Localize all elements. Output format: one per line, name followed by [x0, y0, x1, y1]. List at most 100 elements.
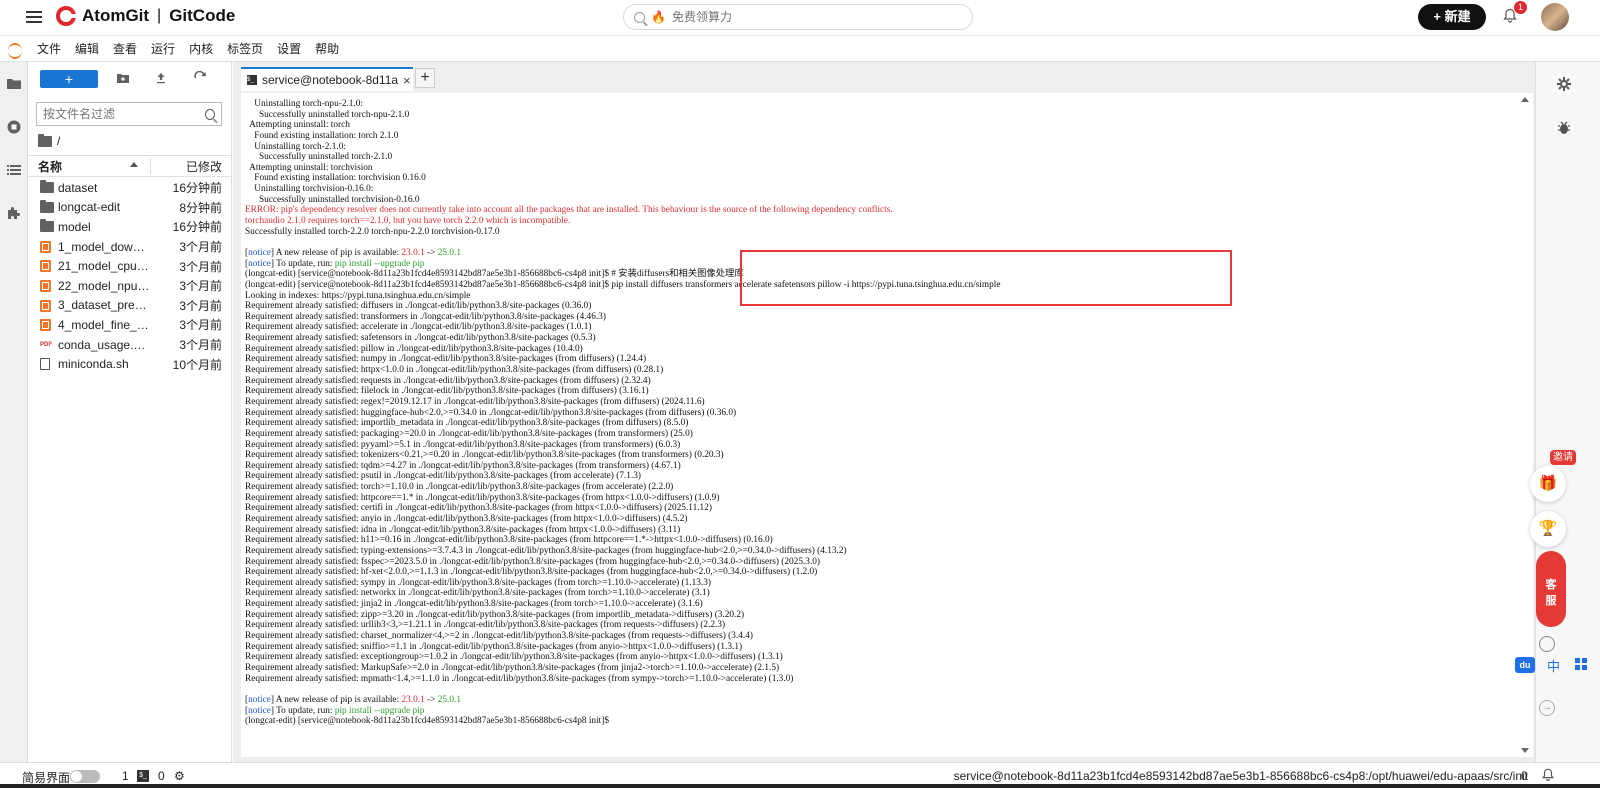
file-item-script[interactable]: miniconda.sh 10个月前	[28, 354, 232, 374]
terminal-line: Uninstalling torch-2.1.0:	[245, 141, 346, 152]
customer-service-button[interactable]: 客服	[1536, 551, 1566, 627]
column-name-header[interactable]: 名称	[38, 158, 62, 175]
debugger-bug-icon[interactable]	[1556, 120, 1572, 136]
new-launcher-button[interactable]: +	[40, 70, 98, 88]
menu-edit[interactable]: 编辑	[68, 40, 106, 57]
gear-icon[interactable]: ⚙	[174, 769, 185, 783]
column-modified-header[interactable]: 已修改	[186, 158, 222, 175]
file-name: longcat-edit	[58, 200, 121, 215]
terminal-line: Requirement already satisfied: tqdm>=4.2…	[245, 460, 681, 471]
folder-icon	[40, 199, 54, 213]
refresh-icon[interactable]	[193, 70, 209, 87]
terminal-line: Uninstalling torchvision-0.16.0:	[245, 184, 374, 195]
user-avatar[interactable]	[1541, 3, 1569, 31]
terminal-path: service@notebook-8d11a23b1fcd4e8593142bd…	[953, 769, 1528, 783]
notebook-icon	[40, 260, 51, 273]
menu-settings[interactable]: 设置	[270, 40, 308, 57]
file-item-notebook[interactable]: 21_model_cpu_i... 3个月前	[28, 256, 232, 276]
scrollbar[interactable]	[1519, 95, 1531, 755]
bell-icon[interactable]	[1541, 768, 1555, 782]
right-sidebar	[1535, 62, 1600, 762]
file-filter-input[interactable]	[43, 107, 193, 121]
terminal-line: torchaudio 2.1.0 requires torch==2.1.0, …	[245, 216, 571, 227]
terminal-output: Uninstalling torch-npu-2.1.0: Successful…	[245, 99, 1515, 727]
file-browser: + / 名称 已修改 dataset 16分钟前 longcat-edit	[28, 62, 232, 762]
folder-icon	[40, 180, 54, 193]
notification-bell-icon[interactable]: 1	[1502, 1, 1527, 24]
terminal-line: Uninstalling torch-npu-2.1.0:	[245, 99, 364, 109]
grid-icon[interactable]	[1575, 658, 1587, 670]
terminal-icon: $_	[137, 770, 149, 782]
terminal-line: Requirement already satisfied: h11>=0.16…	[245, 535, 773, 546]
terminal-count[interactable]: 0	[158, 769, 165, 783]
du-button[interactable]: du	[1515, 657, 1535, 673]
close-icon[interactable]: ×	[403, 73, 411, 88]
folder-icon[interactable]	[6, 76, 22, 92]
file-name: 4_model_fine_tu...	[58, 317, 150, 332]
terminal-line: Attempting uninstall: torch	[245, 120, 350, 131]
main-area: $_ service@notebook-8d11a2 × + Uninstall…	[233, 62, 1535, 762]
file-item-dataset[interactable]: dataset 16分钟前	[28, 178, 232, 198]
file-item-pdf[interactable]: PDF conda_usage.pdf 3个月前	[28, 335, 232, 355]
gift-icon[interactable]: 🎁	[1530, 466, 1566, 502]
scroll-up-icon[interactable]	[1521, 97, 1529, 102]
trophy-icon[interactable]: 🏆	[1530, 511, 1566, 547]
menu-tabs[interactable]: 标签页	[220, 40, 270, 57]
tab-terminal[interactable]: $_ service@notebook-8d11a2 ×	[241, 67, 413, 91]
file-name: conda_usage.pdf	[58, 337, 150, 352]
file-item-notebook[interactable]: 3_dataset_prepa... 3个月前	[28, 296, 232, 316]
upload-icon[interactable]	[154, 71, 170, 87]
scroll-down-icon[interactable]	[1521, 748, 1529, 753]
add-tab-button[interactable]: +	[415, 68, 435, 88]
customer-service-label: 客服	[1545, 579, 1557, 607]
terminal-line: ERROR: pip's dependency resolver does no…	[245, 205, 893, 216]
file-item-notebook[interactable]: 4_model_fine_tu... 3个月前	[28, 315, 232, 335]
terminal-line: Requirement already satisfied: hf-xet<2.…	[245, 567, 818, 578]
terminal-line: Requirement already satisfied: accelerat…	[245, 322, 592, 333]
jupyter-logo-icon	[6, 40, 24, 59]
menu-run[interactable]: 运行	[144, 40, 182, 57]
invite-badge[interactable]: 邀请	[1550, 450, 1576, 465]
breadcrumb[interactable]: /	[38, 133, 60, 148]
terminal-line: Requirement already satisfied: certifi i…	[245, 503, 712, 514]
notebook-icon	[40, 240, 51, 253]
kernel-count[interactable]: 1	[122, 769, 129, 783]
file-filter-box[interactable]	[36, 102, 222, 126]
search-icon	[205, 108, 215, 120]
file-item-notebook[interactable]: 22_model_npu_i... 3个月前	[28, 276, 232, 296]
highlight-annotation-box	[740, 250, 1232, 306]
table-of-contents-icon[interactable]	[6, 162, 22, 178]
search-box[interactable]: 🔥	[623, 4, 973, 30]
menu-file[interactable]: 文件	[30, 40, 68, 57]
menu-view[interactable]: 查看	[106, 40, 144, 57]
extensions-icon[interactable]	[6, 205, 22, 221]
terminal-line: Successfully uninstalled torch-npu-2.1.0	[245, 109, 410, 120]
language-button[interactable]: 中	[1547, 656, 1560, 675]
file-name: miniconda.sh	[58, 357, 129, 372]
file-item-model[interactable]: model 16分钟前	[28, 217, 232, 237]
circle-icon[interactable]	[1539, 636, 1555, 652]
terminal-line: Requirement already satisfied: transform…	[245, 311, 606, 322]
notebook-icon	[40, 279, 51, 292]
file-item-longcat-edit[interactable]: longcat-edit 8分钟前	[28, 198, 232, 218]
property-inspector-icon[interactable]	[1556, 76, 1572, 92]
sort-ascending-icon	[130, 162, 138, 167]
terminal[interactable]: Uninstalling torch-npu-2.1.0: Successful…	[241, 93, 1533, 757]
running-kernels-icon[interactable]	[6, 119, 22, 135]
new-button[interactable]: + 新建	[1418, 4, 1486, 30]
arrow-right-icon[interactable]: →	[1539, 700, 1555, 716]
terminal-line: Requirement already satisfied: psutil in…	[245, 471, 642, 482]
brand-sub: GitCode	[169, 6, 236, 25]
terminal-line: Requirement already satisfied: mpmath<1.…	[245, 673, 794, 684]
terminal-line: Requirement already satisfied: charset_n…	[245, 631, 753, 642]
new-folder-icon[interactable]	[116, 71, 132, 87]
terminal-line: Requirement already satisfied: filelock …	[245, 386, 649, 397]
brand-logo[interactable]: AtomGit | GitCode	[56, 6, 235, 26]
search-input[interactable]	[671, 10, 952, 24]
notification-badge: 1	[1514, 1, 1527, 14]
file-item-notebook[interactable]: 1_model_downl... 3个月前	[28, 237, 232, 257]
simple-mode-toggle[interactable]	[70, 770, 100, 783]
menu-icon[interactable]	[26, 8, 42, 24]
menu-kernel[interactable]: 内核	[182, 40, 220, 57]
menu-help[interactable]: 帮助	[308, 40, 346, 57]
